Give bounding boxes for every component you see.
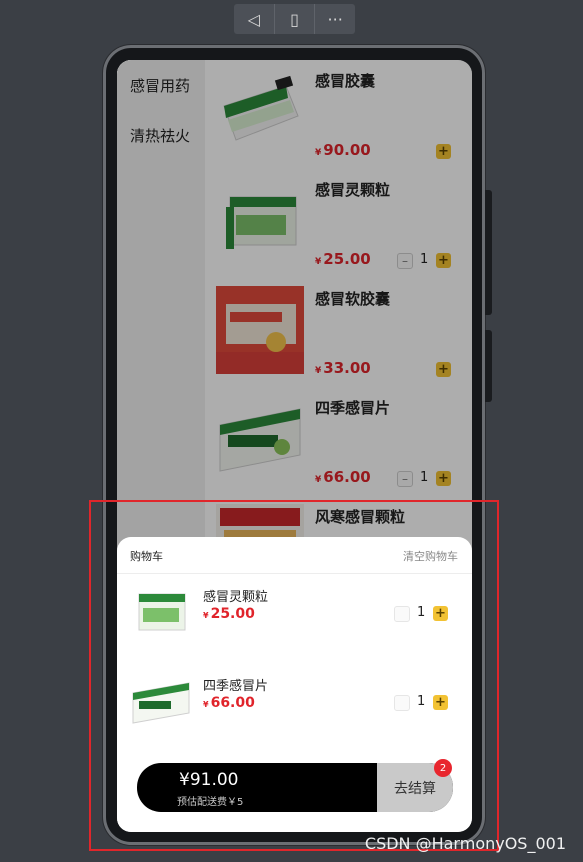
more-icon[interactable]: ··· [314,4,355,34]
preview-toolbar: ◁ ▯ ··· [234,4,355,34]
fold-icon[interactable]: ▯ [273,4,315,34]
side-button-upper [485,190,492,315]
side-button-lower [485,330,492,402]
back-icon[interactable]: ◁ [234,4,274,34]
highlight-frame [89,500,499,851]
watermark: CSDN @HarmonyOS_001 [364,834,566,853]
